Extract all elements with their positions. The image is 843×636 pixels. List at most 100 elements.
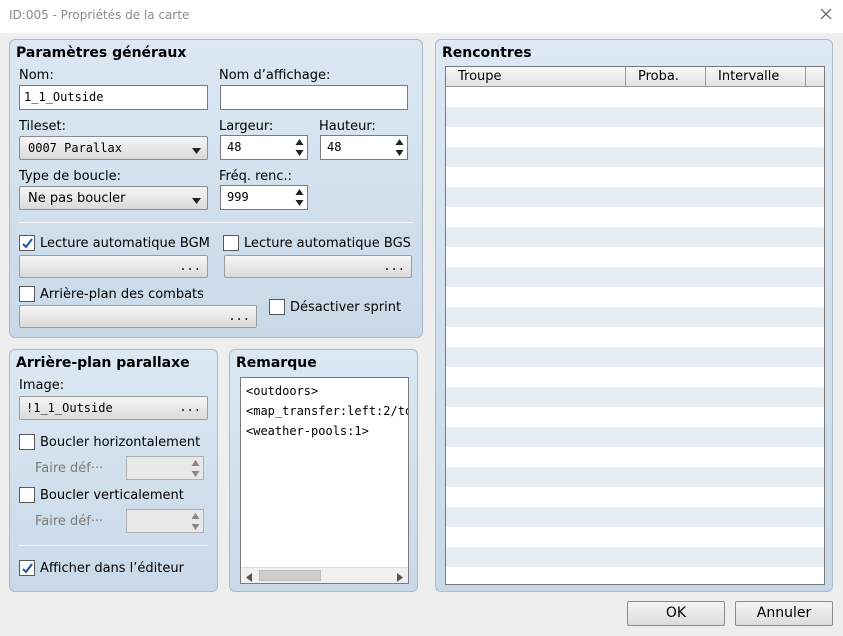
table-row[interactable] (446, 367, 824, 387)
table-row[interactable] (446, 187, 824, 207)
scroll-left-icon[interactable] (245, 571, 253, 583)
table-row[interactable] (446, 307, 824, 327)
general-settings-panel: Paramètres généraux Nom: 1_1_Outside Nom… (9, 39, 423, 338)
encounter-freq-spinner[interactable]: 999 (220, 185, 308, 210)
loop-horizontal-checkbox[interactable] (19, 434, 35, 450)
spinner-arrows-icon (191, 459, 200, 481)
table-row[interactable] (446, 247, 824, 267)
browse-icon: ... (228, 309, 250, 323)
loop-vertical-checkbox[interactable] (19, 487, 35, 503)
autoplay-bgs-label: Lecture automatique BGS (244, 236, 411, 251)
table-row[interactable] (446, 387, 824, 407)
scroll-v-label: Faire déf··· (35, 514, 104, 529)
parallax-image-button[interactable]: !1_1_Outside ... (19, 396, 208, 420)
table-row[interactable] (446, 427, 824, 447)
scroll-h-spinner (126, 456, 204, 480)
window-title: ID:005 - Propriétés de la carte (9, 8, 190, 22)
table-row[interactable] (446, 347, 824, 367)
table-row[interactable] (446, 127, 824, 147)
encounter-freq-label: Fréq. renc.: (219, 169, 293, 184)
divider (19, 545, 208, 546)
parallax-panel: Arrière-plan parallaxe Image: !1_1_Outsi… (9, 349, 218, 592)
loop-vertical-label: Boucler verticalement (40, 488, 184, 503)
height-spinner[interactable]: 48 (320, 135, 408, 160)
tileset-value: 0007 Parallax (28, 141, 122, 155)
table-row[interactable] (446, 147, 824, 167)
scroll-v-spinner (126, 509, 204, 533)
autoplay-bgm-checkbox[interactable] (19, 235, 35, 251)
table-row[interactable] (446, 527, 824, 547)
scroll-right-icon[interactable] (396, 571, 404, 583)
note-textarea[interactable]: <outdoors> <map_transfer:left:2/to <weat… (240, 377, 409, 584)
scrollbar-thumb[interactable] (259, 570, 321, 581)
name-input[interactable]: 1_1_Outside (19, 85, 208, 110)
note-line: <weather-pools:1> (246, 424, 369, 438)
show-in-editor-label: Afficher dans l’éditeur (40, 561, 184, 576)
note-line: <outdoors> (246, 384, 319, 398)
loop-horizontal-label: Boucler horizontalement (40, 435, 201, 450)
disable-dash-checkbox[interactable] (269, 299, 285, 315)
bgs-browse-button[interactable]: ... (224, 255, 412, 278)
battleback-checkbox[interactable] (19, 286, 35, 302)
note-title: Remarque (236, 355, 317, 371)
table-row[interactable] (446, 267, 824, 287)
tileset-label: Tileset: (19, 119, 67, 134)
spinner-arrows-icon[interactable] (295, 188, 304, 210)
encounters-panel: Rencontres Troupe Proba. Intervalle (435, 39, 833, 592)
table-row[interactable] (446, 287, 824, 307)
tileset-select[interactable]: 0007 Parallax (19, 136, 208, 160)
column-header-range[interactable]: Intervalle (706, 67, 806, 87)
general-settings-title: Paramètres généraux (16, 45, 187, 61)
table-row[interactable] (446, 547, 824, 567)
width-value: 48 (227, 140, 242, 154)
parallax-image-value: !1_1_Outside (26, 401, 113, 415)
display-name-input[interactable] (220, 85, 408, 110)
table-row[interactable] (446, 227, 824, 247)
table-row[interactable] (446, 487, 824, 507)
table-row[interactable] (446, 507, 824, 527)
width-spinner[interactable]: 48 (220, 135, 308, 160)
scroll-h-label: Faire déf··· (35, 461, 104, 476)
autoplay-bgs-checkbox[interactable] (223, 235, 239, 251)
cancel-button[interactable]: Annuler (735, 601, 833, 626)
note-panel: Remarque <outdoors> <map_transfer:left:2… (229, 349, 418, 592)
ok-button[interactable]: OK (627, 601, 725, 626)
close-icon[interactable] (818, 6, 834, 22)
loop-type-label: Type de boucle: (19, 169, 121, 184)
width-label: Largeur: (219, 119, 274, 134)
loop-type-select[interactable]: Ne pas boucler (19, 186, 208, 210)
show-in-editor-checkbox[interactable] (19, 560, 35, 576)
table-header: Troupe Proba. Intervalle (446, 67, 824, 87)
browse-icon: ... (383, 259, 405, 273)
name-label: Nom: (19, 68, 54, 83)
display-name-label: Nom d’affichage: (219, 68, 331, 83)
autoplay-bgm-label: Lecture automatique BGM (40, 236, 210, 251)
parallax-title: Arrière-plan parallaxe (16, 355, 190, 371)
column-header-weight[interactable]: Proba. (626, 67, 706, 87)
battleback-browse-button[interactable]: ... (19, 305, 257, 328)
table-row[interactable] (446, 467, 824, 487)
table-row[interactable] (446, 167, 824, 187)
image-label: Image: (19, 378, 65, 393)
dialog-client: Paramètres généraux Nom: 1_1_Outside Nom… (0, 33, 843, 636)
table-row[interactable] (446, 407, 824, 427)
table-row[interactable] (446, 567, 824, 584)
table-row[interactable] (446, 87, 824, 107)
chevron-down-icon (192, 144, 201, 158)
table-row[interactable] (446, 447, 824, 467)
encounters-table[interactable]: Troupe Proba. Intervalle (445, 66, 825, 585)
loop-type-value: Ne pas boucler (28, 191, 126, 206)
table-row[interactable] (446, 207, 824, 227)
height-value: 48 (327, 140, 342, 154)
table-row[interactable] (446, 107, 824, 127)
spinner-arrows-icon[interactable] (395, 138, 404, 160)
horizontal-scrollbar[interactable] (241, 567, 408, 583)
divider (19, 222, 413, 223)
table-row[interactable] (446, 327, 824, 347)
battleback-label: Arrière-plan des combats (40, 287, 204, 302)
spinner-arrows-icon[interactable] (295, 138, 304, 160)
column-header-troop[interactable]: Troupe (446, 67, 626, 87)
bgm-browse-button[interactable]: ... (19, 255, 208, 278)
height-label: Hauteur: (319, 119, 376, 134)
chevron-down-icon (192, 194, 201, 209)
